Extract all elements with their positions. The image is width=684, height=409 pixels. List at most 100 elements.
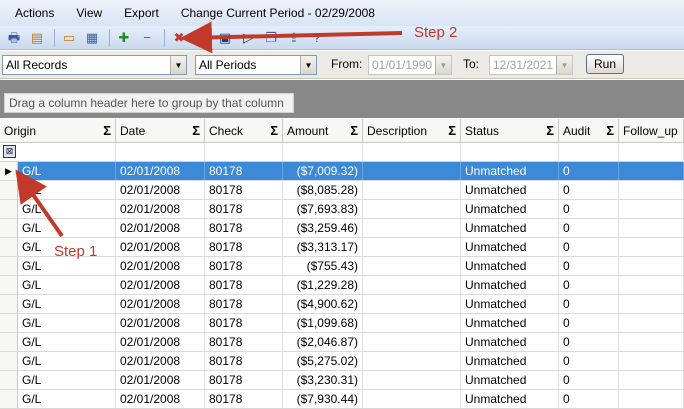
column-header-amount[interactable]: Amount Σ (283, 119, 363, 143)
cell-check[interactable]: 80178 (205, 295, 283, 313)
cell-status[interactable]: Unmatched (461, 314, 559, 332)
cell-date[interactable]: 02/01/2008 (116, 181, 205, 199)
cell-origin[interactable]: G/L (18, 219, 116, 237)
table-row[interactable]: G/L 02/01/2008 80178 ($7,009.32) Unmatched 0 ▶ (0, 162, 684, 181)
column-header-check[interactable]: Check Σ (205, 119, 283, 143)
cell-follow-up[interactable] (619, 276, 684, 294)
cell-audit[interactable]: 0 (559, 352, 619, 370)
print-icon[interactable]: 🖶 (4, 28, 24, 48)
cell-audit[interactable]: 0 (559, 295, 619, 313)
cell-status[interactable]: Unmatched (461, 390, 559, 408)
cell-follow-up[interactable] (619, 390, 684, 408)
row-indicator[interactable] (0, 219, 18, 237)
cell-status[interactable]: Unmatched (461, 371, 559, 389)
table-row[interactable]: G/L 02/01/2008 80178 ($2,046.87) Unmatched 0 (0, 333, 684, 352)
cell-date[interactable]: 02/01/2008 (116, 314, 205, 332)
row-indicator-arrow-icon[interactable]: ▶ (0, 162, 18, 180)
cell-origin[interactable]: G/L (18, 371, 116, 389)
cell-follow-up[interactable] (619, 219, 684, 237)
cell-amount[interactable]: ($7,009.32) (283, 162, 363, 180)
filter-cell[interactable] (559, 143, 619, 162)
cell-description[interactable] (363, 238, 461, 256)
filter-cell[interactable] (116, 143, 205, 162)
run-button[interactable]: Run (586, 54, 624, 74)
cell-check[interactable]: 80178 (205, 352, 283, 370)
cell-date[interactable]: 02/01/2008 (116, 162, 205, 180)
cell-origin[interactable]: G/L (18, 181, 116, 199)
grid-icon[interactable]: ▦ (82, 28, 102, 48)
cell-audit[interactable]: 0 (559, 390, 619, 408)
summary-sigma-icon[interactable]: Σ (546, 123, 554, 138)
cell-audit[interactable]: 0 (559, 257, 619, 275)
column-header-date[interactable]: Date Σ (116, 119, 205, 143)
row-indicator[interactable] (0, 276, 18, 294)
cell-status[interactable]: Unmatched (461, 162, 559, 180)
records-select[interactable]: All Records ▼ (2, 55, 187, 75)
cell-date[interactable]: 02/01/2008 (116, 276, 205, 294)
chevron-down-icon[interactable]: ▼ (556, 56, 572, 74)
cell-amount[interactable]: ($4,900.62) (283, 295, 363, 313)
summary-sigma-icon[interactable]: Σ (192, 123, 200, 138)
summary-sigma-icon[interactable]: Σ (606, 123, 614, 138)
menu-change-period[interactable]: Change Current Period - 02/29/2008 (170, 6, 386, 20)
cell-status[interactable]: Unmatched (461, 238, 559, 256)
cell-follow-up[interactable] (619, 314, 684, 332)
from-date-picker[interactable]: 01/01/1990 ▼ (368, 55, 452, 75)
cell-check[interactable]: 80178 (205, 390, 283, 408)
table-row[interactable]: G/L 02/01/2008 80178 ($7,693.83) Unmatched 0 (0, 200, 684, 219)
preview-icon[interactable]: ▤ (27, 28, 47, 48)
row-indicator[interactable] (0, 390, 18, 408)
forward-icon[interactable]: ▷ (238, 28, 258, 48)
cell-description[interactable] (363, 276, 461, 294)
chevron-down-icon[interactable]: ▼ (170, 56, 186, 74)
cell-description[interactable] (363, 295, 461, 313)
row-indicator[interactable] (0, 371, 18, 389)
cell-audit[interactable]: 0 (559, 238, 619, 256)
row-indicator[interactable] (0, 200, 18, 218)
cell-audit[interactable]: 0 (559, 181, 619, 199)
cell-amount[interactable]: ($3,313.17) (283, 238, 363, 256)
row-indicator[interactable] (0, 352, 18, 370)
cell-check[interactable]: 80178 (205, 276, 283, 294)
cell-description[interactable] (363, 333, 461, 351)
cell-status[interactable]: Unmatched (461, 276, 559, 294)
cell-description[interactable] (363, 314, 461, 332)
cell-origin[interactable]: G/L (18, 276, 116, 294)
cell-description[interactable] (363, 390, 461, 408)
cell-date[interactable]: 02/01/2008 (116, 219, 205, 237)
cell-amount[interactable]: ($3,230.31) (283, 371, 363, 389)
cell-audit[interactable]: 0 (559, 219, 619, 237)
cell-amount[interactable]: ($755.43) (283, 257, 363, 275)
chevron-down-icon[interactable]: ▼ (435, 56, 451, 74)
table-row[interactable]: G/L 02/01/2008 80178 ($1,229.28) Unmatched 0 (0, 276, 684, 295)
cell-follow-up[interactable] (619, 352, 684, 370)
summary-sigma-icon[interactable]: Σ (103, 123, 111, 138)
cell-description[interactable] (363, 181, 461, 199)
cell-date[interactable]: 02/01/2008 (116, 238, 205, 256)
cell-date[interactable]: 02/01/2008 (116, 371, 205, 389)
help-icon[interactable]: ? (307, 28, 327, 48)
column-header-follow-up[interactable]: Follow_up (619, 119, 684, 143)
cell-check[interactable]: 80178 (205, 181, 283, 199)
menu-export[interactable]: Export (113, 6, 170, 20)
cell-check[interactable]: 80178 (205, 219, 283, 237)
cell-amount[interactable]: ($2,046.87) (283, 333, 363, 351)
cell-description[interactable] (363, 219, 461, 237)
cell-description[interactable] (363, 200, 461, 218)
cell-date[interactable]: 02/01/2008 (116, 333, 205, 351)
summary-sigma-icon[interactable]: Σ (448, 123, 456, 138)
cell-check[interactable]: 80178 (205, 333, 283, 351)
cell-description[interactable] (363, 162, 461, 180)
export-icon[interactable]: ⇪ (284, 28, 304, 48)
row-indicator[interactable] (0, 333, 18, 351)
cell-date[interactable]: 02/01/2008 (116, 200, 205, 218)
column-header-description[interactable]: Description Σ (363, 119, 461, 143)
cell-description[interactable] (363, 352, 461, 370)
remove-record-icon[interactable]: − (137, 28, 157, 48)
table-row[interactable]: G/L 02/01/2008 80178 ($3,259.46) Unmatched 0 (0, 219, 684, 238)
column-header-status[interactable]: Status Σ (461, 119, 559, 143)
cell-date[interactable]: 02/01/2008 (116, 295, 205, 313)
cell-origin[interactable]: G/L (18, 200, 116, 218)
to-date-picker[interactable]: 12/31/2021 ▼ (489, 55, 573, 75)
table-row[interactable]: G/L 02/01/2008 80178 ($755.43) Unmatched 0 (0, 257, 684, 276)
